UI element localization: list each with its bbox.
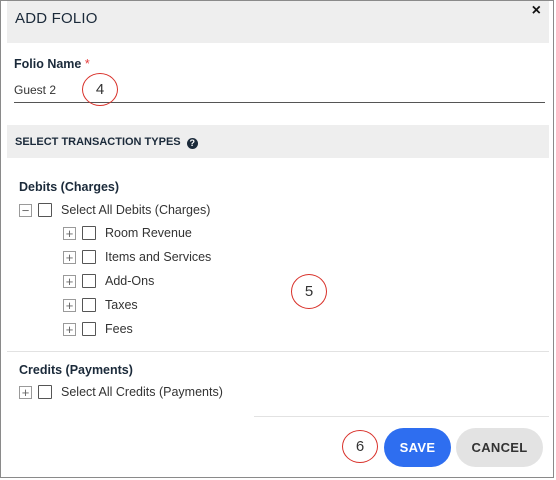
debit-item-row: + Items and Services <box>63 249 211 265</box>
fees-label: Fees <box>105 322 133 336</box>
taxes-checkbox[interactable] <box>82 298 96 312</box>
callout-4: 4 <box>82 73 118 106</box>
debits-title: Debits (Charges) <box>19 180 120 194</box>
dialog-header: ADD FOLIO × <box>7 1 549 43</box>
debit-item-row: + Room Revenue <box>63 225 192 241</box>
select-all-debits-label: Select All Debits (Charges) <box>61 203 211 217</box>
credits-title: Credits (Payments) <box>19 363 133 377</box>
select-all-debits-row: − Select All Debits (Charges) <box>19 202 210 218</box>
dialog-title: ADD FOLIO <box>15 10 98 27</box>
expand-items-services-icon[interactable]: + <box>63 250 76 264</box>
fees-checkbox[interactable] <box>82 322 96 336</box>
folio-name-label-text: Folio Name <box>14 57 82 71</box>
help-icon[interactable]: ? <box>186 138 198 149</box>
select-all-credits-checkbox[interactable] <box>38 385 52 399</box>
add-ons-label: Add-Ons <box>105 274 155 288</box>
select-all-debits-checkbox[interactable] <box>38 203 52 217</box>
close-icon[interactable]: × <box>532 3 541 19</box>
expand-taxes-icon[interactable]: + <box>63 298 76 312</box>
transaction-types-bar: SELECT TRANSACTION TYPES ? <box>7 125 549 158</box>
required-marker: * <box>84 57 90 71</box>
items-services-label: Items and Services <box>105 250 212 264</box>
debit-item-row: + Fees <box>63 321 133 337</box>
expand-add-ons-icon[interactable]: + <box>63 274 76 288</box>
save-button[interactable]: SAVE <box>384 428 451 467</box>
collapse-debits-icon[interactable]: − <box>19 203 32 217</box>
cancel-button[interactable]: CANCEL <box>456 428 543 467</box>
expand-credits-icon[interactable]: + <box>19 385 32 399</box>
select-all-credits-row: + Select All Credits (Payments) <box>19 384 223 400</box>
folio-name-label: Folio Name * <box>14 57 90 71</box>
add-ons-checkbox[interactable] <box>82 274 96 288</box>
callout-5: 5 <box>291 274 327 309</box>
room-revenue-checkbox[interactable] <box>82 226 96 240</box>
expand-room-revenue-icon[interactable]: + <box>63 226 76 240</box>
room-revenue-label: Room Revenue <box>105 226 192 240</box>
transaction-types-title-text: SELECT TRANSACTION TYPES <box>15 136 181 148</box>
section-divider <box>7 351 549 352</box>
items-services-checkbox[interactable] <box>82 250 96 264</box>
select-all-credits-label: Select All Credits (Payments) <box>61 385 223 399</box>
debit-item-row: + Taxes <box>63 297 138 313</box>
transaction-types-title: SELECT TRANSACTION TYPES ? <box>15 136 198 149</box>
add-folio-dialog: ADD FOLIO × Folio Name * 4 SELECT TRANSA… <box>0 0 554 478</box>
callout-6: 6 <box>342 430 378 463</box>
taxes-label: Taxes <box>105 298 138 312</box>
footer-divider <box>254 416 549 417</box>
expand-fees-icon[interactable]: + <box>63 322 76 336</box>
debit-item-row: + Add-Ons <box>63 273 154 289</box>
